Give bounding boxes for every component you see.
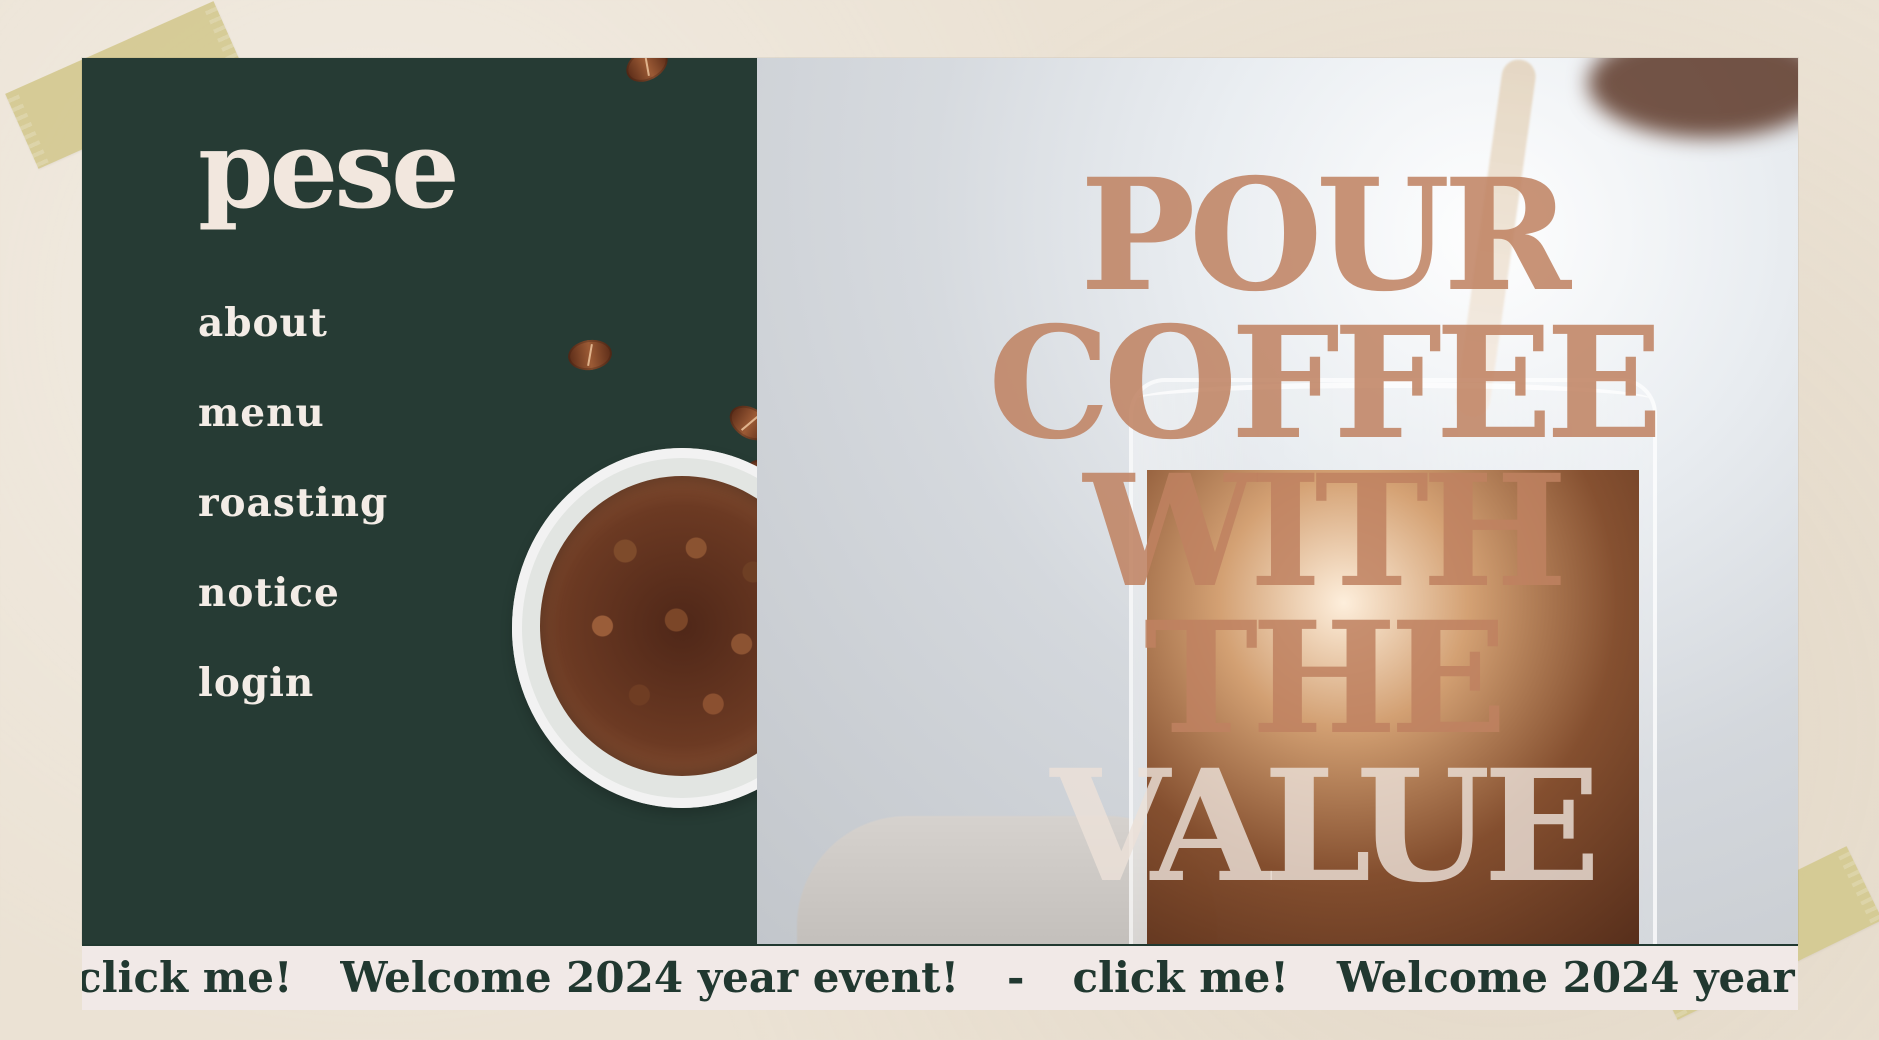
nav-item-roasting: roasting xyxy=(198,484,388,574)
ticker-track: click me! Welcome 2024 year event! - cli… xyxy=(82,946,1798,1010)
event-ticker[interactable]: click me! Welcome 2024 year event! - cli… xyxy=(82,944,1798,1010)
coffee-bean-middle xyxy=(566,337,614,373)
hero-top-shadow xyxy=(1588,58,1798,138)
hero-headline: POUR COFFEE WITH THE VALUE xyxy=(942,145,1702,918)
headline-line-3: WITH xyxy=(1083,440,1567,622)
nav-item-login: login xyxy=(198,664,388,754)
ticker-item-1[interactable]: click me! xyxy=(82,957,292,999)
headline-line-5: VALUE xyxy=(1050,736,1601,918)
ticker-item-2[interactable]: Welcome 2024 year event! xyxy=(340,957,959,999)
nav-item-menu: menu xyxy=(198,394,388,484)
nav-link-roasting[interactable]: roasting xyxy=(198,484,388,523)
main-frame: pese about menu roasting notice login PO… xyxy=(82,58,1798,944)
ticker-item-3: - xyxy=(1007,953,1025,1002)
logo-text: pese xyxy=(198,107,460,233)
ticker-item-5[interactable]: Welcome 2024 year ev xyxy=(1337,957,1798,999)
nav-link-about[interactable]: about xyxy=(198,304,328,343)
headline-line-1: POUR xyxy=(1079,145,1571,326)
nav-item-notice: notice xyxy=(198,574,388,664)
headline-line-4: THE xyxy=(1143,588,1507,770)
ticker-item-4[interactable]: click me! xyxy=(1072,957,1288,999)
nav-item-about: about xyxy=(198,304,388,394)
coffee-bean-top xyxy=(620,58,674,89)
navigation-menu: about menu roasting notice login xyxy=(198,304,388,754)
headline-line-2: COFFEE xyxy=(987,292,1663,474)
nav-link-menu[interactable]: menu xyxy=(198,394,325,433)
nav-link-notice[interactable]: notice xyxy=(198,574,340,613)
sidebar: pese about menu roasting notice login xyxy=(82,58,852,944)
nav-link-login[interactable]: login xyxy=(198,664,314,703)
brand-logo[interactable]: pese xyxy=(198,116,478,246)
